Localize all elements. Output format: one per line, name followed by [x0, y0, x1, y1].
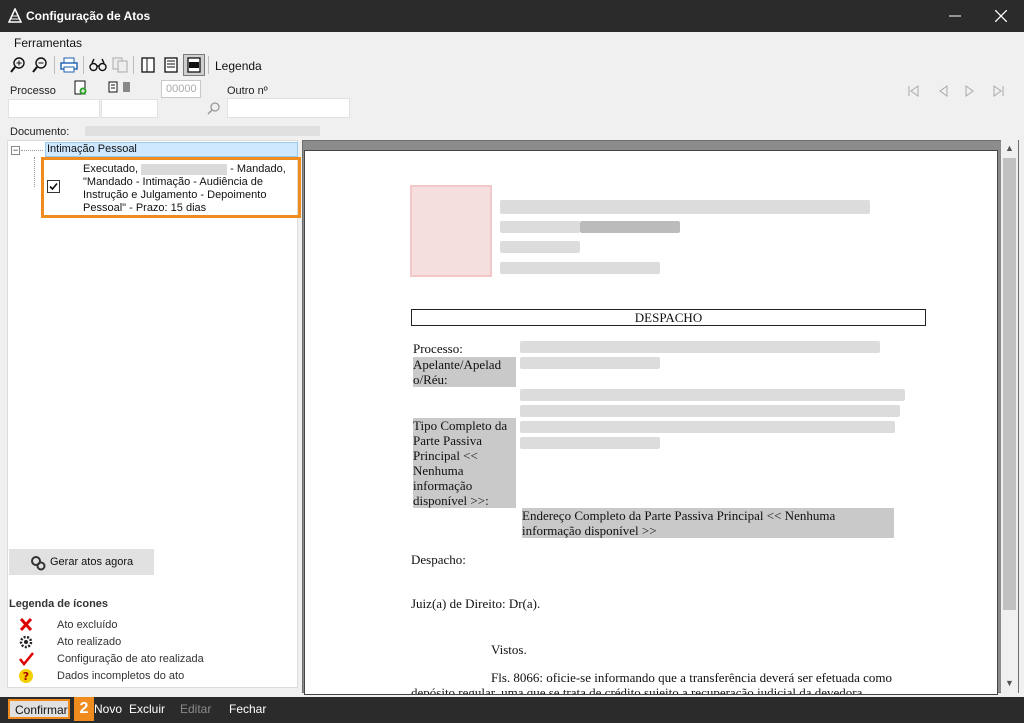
status-indicator: [123, 82, 130, 92]
redacted-name: [141, 163, 228, 175]
two-pages-icon: [164, 57, 178, 73]
numero-input[interactable]: 00000: [161, 80, 201, 98]
red-check-icon: [19, 652, 34, 666]
vistos-text: Vistos.: [491, 642, 527, 657]
print-button[interactable]: [58, 54, 80, 76]
close-button[interactable]: [978, 0, 1024, 32]
tree-root-intimacao[interactable]: Intimação Pessoal: [45, 142, 298, 157]
zoom-out-button[interactable]: [29, 54, 51, 76]
previous-page-icon[interactable]: [936, 84, 950, 98]
single-page-button[interactable]: [137, 54, 159, 76]
processo-input-2[interactable]: [101, 99, 158, 118]
new-process-icon[interactable]: [74, 80, 87, 95]
novo-button[interactable]: Novo: [94, 702, 122, 716]
processo-doc-label: Processo:: [413, 341, 463, 356]
zoom-in-button[interactable]: [7, 54, 29, 76]
processo-input[interactable]: [8, 99, 100, 118]
svg-text:?: ?: [23, 670, 29, 683]
menu-ferramentas[interactable]: Ferramentas: [14, 36, 82, 50]
juiz-text: Juiz(a) de Direito: Dr(a).: [411, 596, 541, 611]
menu-bar: Ferramentas: [0, 32, 1024, 52]
page-width-icon: [187, 57, 201, 73]
tree-collapse-toggle[interactable]: −: [11, 146, 20, 155]
editar-button[interactable]: Editar: [180, 702, 211, 716]
find-button[interactable]: [87, 54, 109, 76]
red-x-icon: [19, 617, 33, 632]
outro-label: Outro nº: [227, 85, 268, 97]
callout-badge-2: 2: [74, 697, 94, 721]
court-logo-redacted: [410, 185, 492, 277]
page-width-button[interactable]: [183, 54, 205, 76]
tipo-parte-label: Tipo Completo da Parte Passiva Principal…: [413, 418, 516, 508]
legend-item-incompletos: ? Dados incompletos do ato: [18, 668, 278, 684]
copy-icon: [112, 57, 128, 73]
close-icon: [995, 10, 1007, 22]
despacho-label: Despacho:: [411, 552, 466, 567]
outro-input[interactable]: [227, 98, 350, 118]
endereco-text: Endereço Completo da Parte Passiva Princ…: [522, 508, 894, 538]
gears-icon: [31, 556, 46, 571]
title-bar: Configuração de Atos: [0, 0, 1024, 32]
ato-description: Executado, - Mandado, "Mandado - Intimaç…: [83, 163, 286, 214]
minimize-icon: [949, 15, 961, 17]
scroll-up-icon[interactable]: ▲: [1004, 143, 1015, 154]
app-logo-icon: [8, 8, 22, 23]
first-page-icon[interactable]: [906, 84, 920, 98]
question-icon: ?: [19, 669, 33, 683]
despacho-paragraph: Fls. 8066: oficie-se informando que a tr…: [411, 670, 893, 694]
copy-button[interactable]: [109, 54, 131, 76]
apelante-label: Apelante/Apelad o/Réu:: [413, 357, 516, 387]
documento-value: [85, 126, 320, 136]
single-page-icon: [141, 57, 155, 73]
two-pages-button[interactable]: [160, 54, 182, 76]
legend-item-realizado: Ato realizado: [18, 634, 278, 650]
minimize-button[interactable]: [932, 0, 978, 32]
legend-title: Legenda de ícones: [9, 598, 109, 610]
excluir-button[interactable]: Excluir: [129, 702, 165, 716]
scroll-thumb[interactable]: [1003, 158, 1016, 610]
scroll-down-icon[interactable]: ▼: [1004, 678, 1015, 689]
search-icon[interactable]: [207, 102, 220, 115]
toolbar: [0, 52, 1024, 78]
processo-label: Processo: [10, 85, 56, 97]
fechar-button[interactable]: Fechar: [229, 702, 266, 716]
checkmark-icon: [49, 182, 58, 191]
binoculars-icon: [89, 58, 107, 72]
document-icon[interactable]: [108, 81, 118, 93]
legend-item-excluido: Ato excluído: [18, 617, 278, 633]
vertical-scrollbar[interactable]: ▲ ▼: [1001, 140, 1018, 693]
despacho-heading: DESPACHO: [411, 309, 926, 326]
confirmar-button[interactable]: Confirmar: [8, 699, 70, 719]
legend-item-configuracao: Configuração de ato realizada: [18, 651, 278, 667]
gerar-atos-button[interactable]: Gerar atos agora: [9, 549, 154, 575]
last-page-icon[interactable]: [992, 84, 1006, 98]
window-title: Configuração de Atos: [26, 9, 151, 23]
gear-check-icon: [19, 635, 33, 649]
bottom-action-bar: Confirmar Novo Excluir Editar Fechar: [0, 697, 1024, 723]
zoom-in-icon: [10, 57, 25, 73]
next-page-icon[interactable]: [963, 84, 977, 98]
print-icon: [60, 57, 78, 73]
zoom-out-icon: [32, 57, 47, 73]
documento-label: Documento:: [10, 126, 70, 138]
ato-checkbox[interactable]: [47, 180, 60, 193]
legenda-button[interactable]: Legenda: [215, 59, 262, 73]
